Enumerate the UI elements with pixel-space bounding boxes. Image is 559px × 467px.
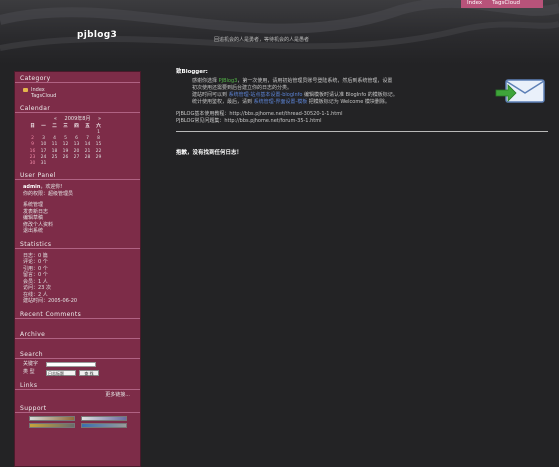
search-type-select[interactable]: 日志标题 [46, 369, 76, 376]
calendar-heading: Calendar [15, 102, 140, 113]
calendar-month-label: 2009年8月 [64, 116, 91, 122]
category-item-label: TagsCloud [31, 92, 57, 99]
search-type-row: 类 型 日志标题 查 找 [23, 369, 132, 377]
welcome-text-1b: ，第一次使用，请用初始管理员账号登陆系统，然后到系统管理，设置 [237, 78, 393, 85]
no-posts-message: 抱歉，没有找到任何日志！ [176, 149, 243, 156]
welcome-text-3a: 建站时间可以到 [192, 91, 229, 98]
search-heading: Search [15, 348, 140, 359]
calendar-prev-button[interactable]: « [54, 116, 57, 122]
category-heading: Category [15, 72, 140, 83]
calendar-day [60, 161, 71, 167]
top-navigation: Index TagsCloud [461, 0, 543, 8]
user-link-logout[interactable]: 退出系统 [23, 228, 132, 235]
site-header: pjblog3 回追机会的人是勇者，等待机会的人是愚者 [0, 0, 559, 64]
calendar-day [49, 161, 60, 167]
search-type-label: 类 型 [23, 369, 35, 376]
calendar-day [71, 161, 82, 167]
welcome-text-4a: 统计使用鉴权，最后，请到 [192, 98, 254, 105]
support-badge[interactable] [29, 416, 75, 422]
support-heading: Support [15, 402, 140, 414]
calendar-day[interactable]: 31 [38, 161, 49, 167]
calendar-day[interactable]: 30 [27, 161, 38, 167]
calendar-day [93, 161, 104, 167]
envelope-icon [495, 79, 545, 103]
folder-icon [23, 88, 28, 92]
site-title[interactable]: pjblog3 [77, 29, 117, 41]
welcome-text-4b: 把模板标记为 Welcome 模块删除。 [307, 98, 390, 105]
welcome-message: 感谢你选择 PJBlog3，第一次使用，请用初始管理员账号登陆系统，然后到系统管… [176, 78, 491, 105]
calendar-grid: 日一二三四五六 1 2 3 4 5 6 7 8 9 10 11 12 13 14 15 16 17 18 19 20 21… [27, 124, 104, 167]
help-links: PJBLOG基本使用教程：http://bbs.pjhome.net/threa… [176, 111, 550, 125]
statistics-heading: Statistics [15, 238, 140, 249]
calendar-next-button[interactable]: » [98, 116, 101, 122]
search-keyword-label: 关键字 [23, 361, 39, 368]
user-panel-heading: User Panel [15, 169, 140, 181]
search-keyword-row: 关键字 [23, 361, 132, 369]
calendar-month-bar: « 2009年8月 » [19, 116, 136, 123]
site-slogan: 回追机会的人是勇者，等待机会的人是愚者 [214, 37, 310, 43]
category-item-tagscloud[interactable]: TagsCloud [23, 93, 132, 99]
archive-heading: Archive [15, 328, 140, 339]
recent-comments-heading: Recent Comments [15, 308, 140, 319]
user-name[interactable]: admin [23, 184, 40, 190]
stat-founded: 建站时间：2005-06-20 [23, 298, 78, 305]
search-input[interactable] [46, 362, 96, 368]
user-greeting-suffix: ，欢迎你! [40, 184, 63, 191]
support-badge[interactable] [81, 416, 127, 422]
search-button[interactable]: 查 找 [79, 369, 99, 376]
nav-tagscloud[interactable]: TagsCloud [492, 0, 520, 7]
calendar-day [82, 161, 93, 167]
welcome-text-3b: 编辑模板时请认准 BlogInfo 的模板标记。 [302, 91, 398, 98]
template-settings-link[interactable]: 系统管理-界面设置-模板 [254, 99, 308, 105]
support-badge[interactable] [29, 423, 75, 429]
support-badges [15, 413, 140, 429]
help-link-faq[interactable]: PJBLOG常见问题集：http://bbs.pjhome.net/forum-… [176, 118, 550, 125]
bloginfo-settings-link[interactable]: 系统管理-站点基本设置-blogInfo [229, 92, 303, 98]
links-heading: Links [15, 379, 140, 390]
links-more-link[interactable]: 更多链接... [23, 392, 132, 399]
welcome-text-2: 初次使用还需要到后台建立你的日志的分类。 [192, 85, 293, 92]
support-badge[interactable] [81, 423, 127, 429]
nav-index[interactable]: Index [467, 0, 482, 7]
brand-link[interactable]: PJBlog3 [219, 78, 238, 84]
welcome-text-1a: 感谢你选择 [192, 78, 219, 85]
divider [176, 130, 548, 132]
sidebar: Category Index TagsCloud Calendar « 2009… [14, 71, 141, 467]
